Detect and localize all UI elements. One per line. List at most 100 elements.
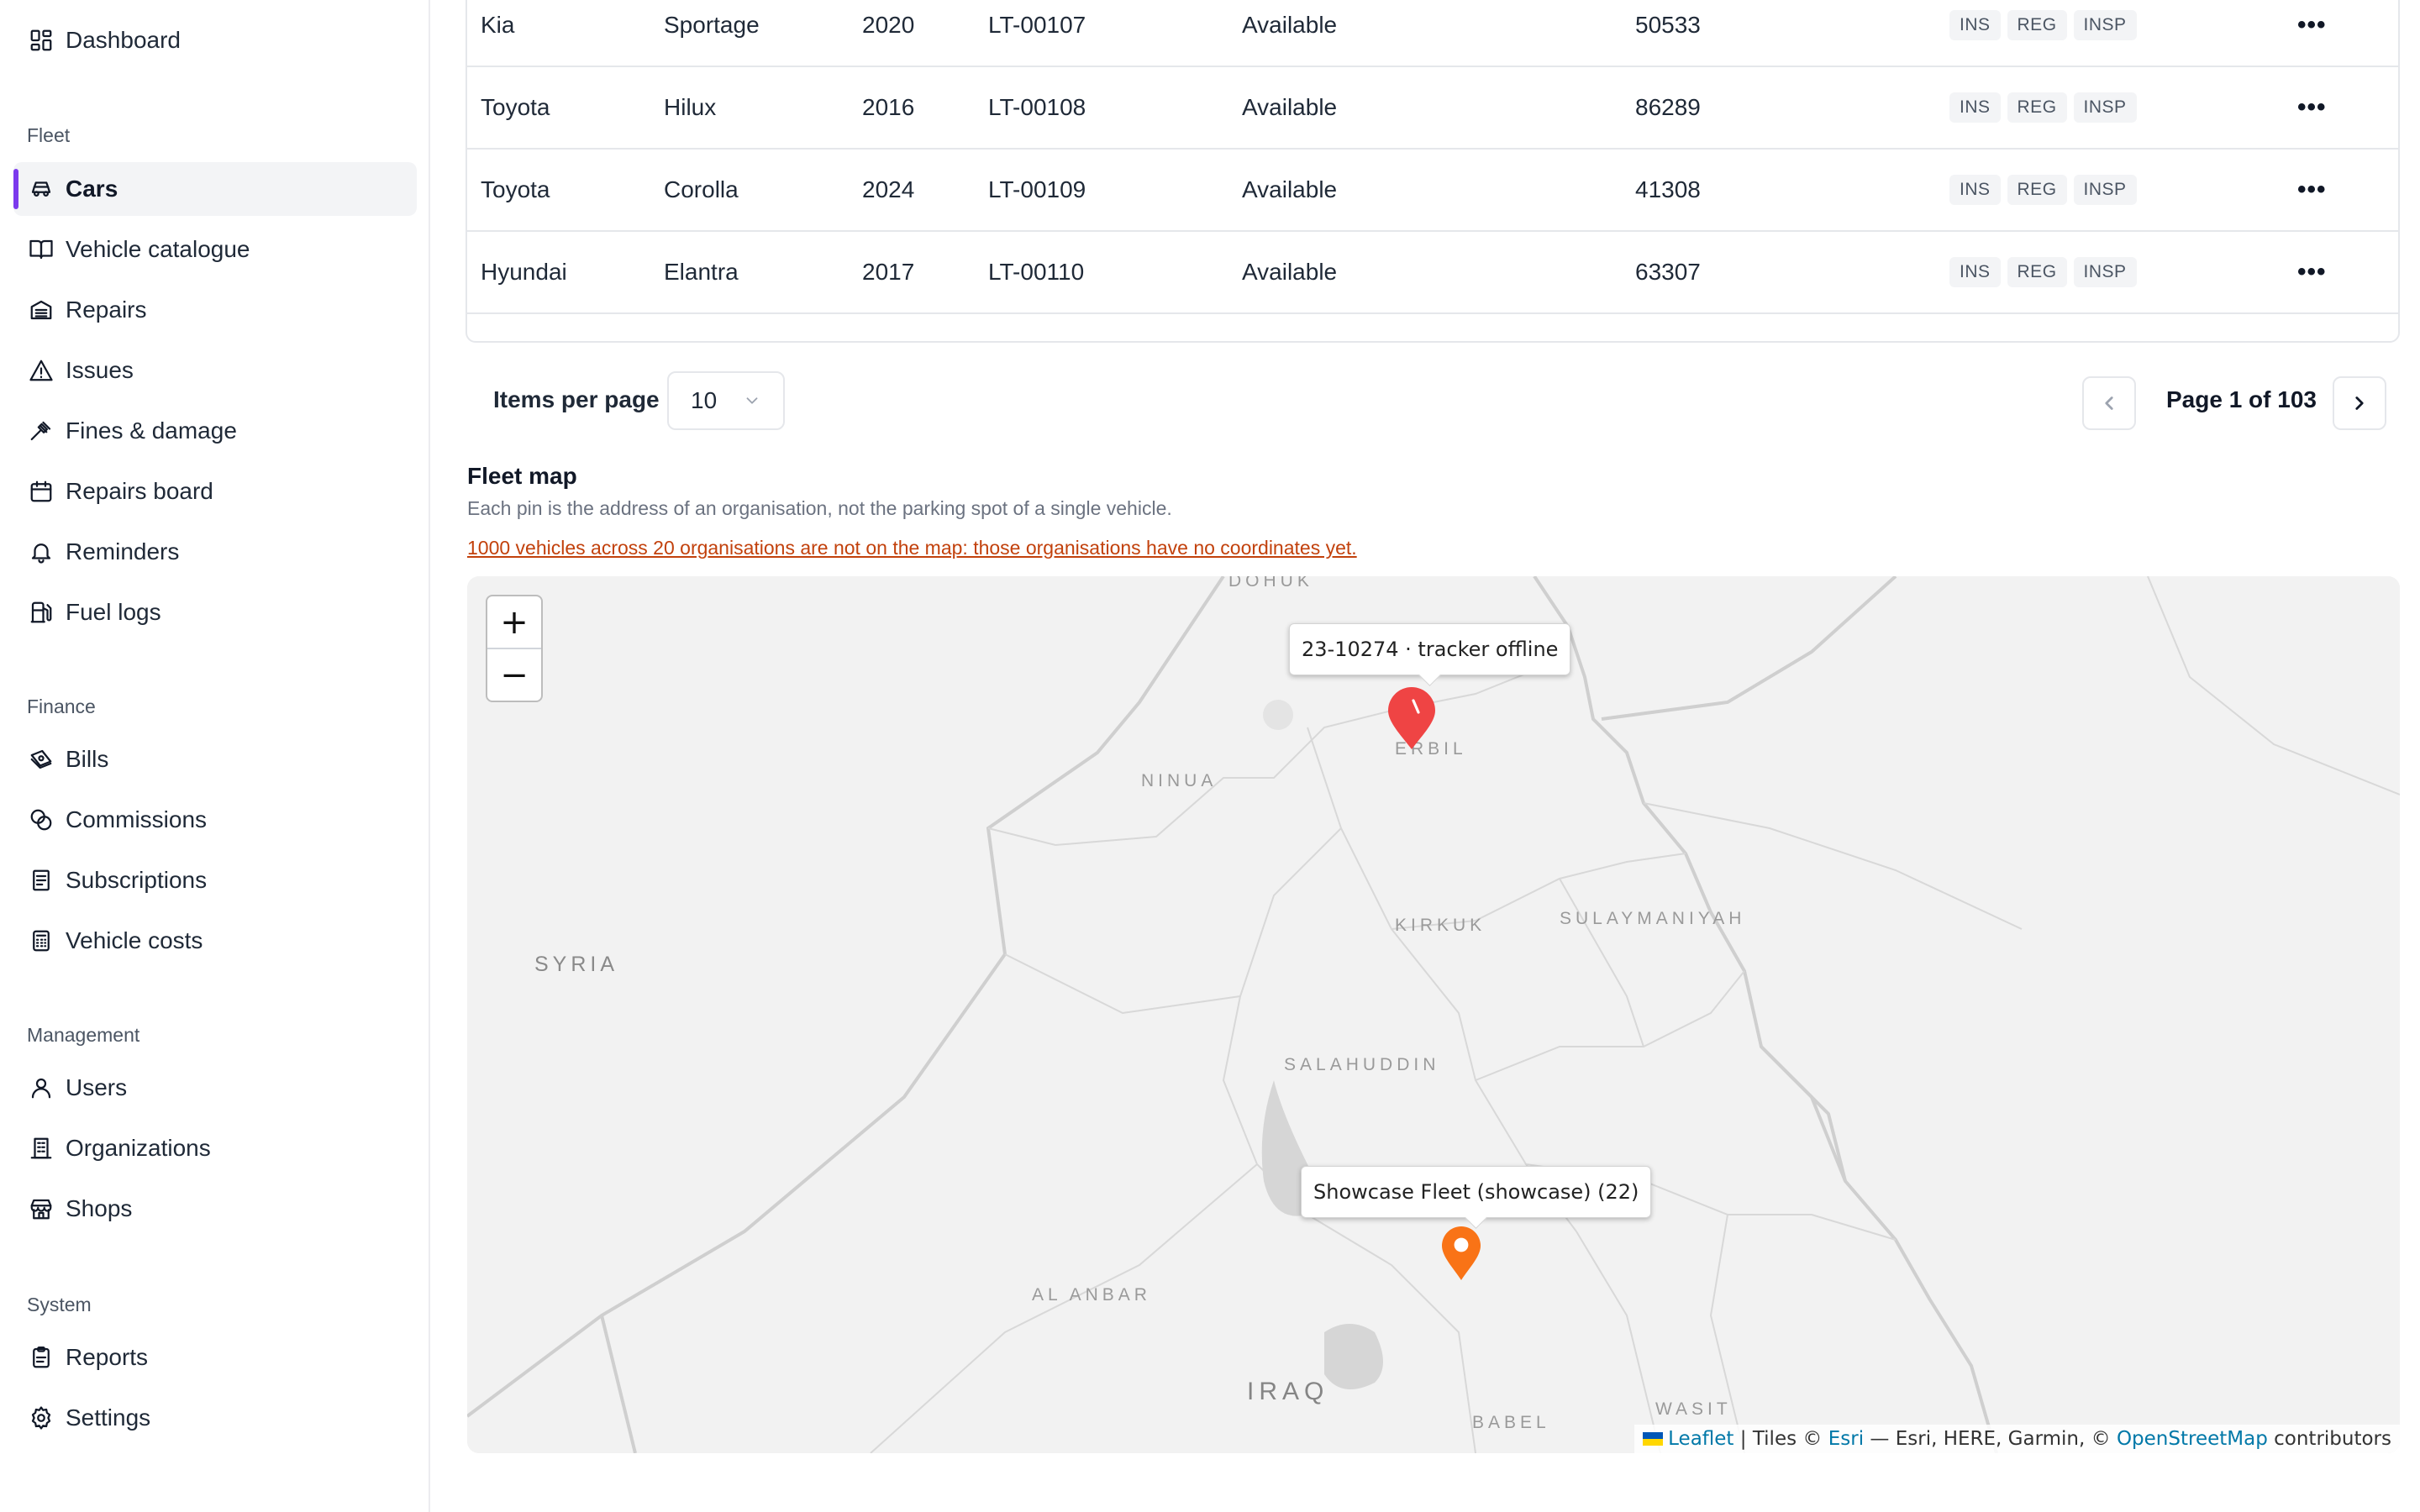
garage-icon — [27, 296, 55, 324]
items-per-page-select[interactable]: 10 — [667, 371, 785, 430]
sidebar-item-users[interactable]: Users — [13, 1061, 417, 1115]
sidebar-item-issues[interactable]: Issues — [13, 344, 417, 397]
more-horizontal-icon[interactable]: ••• — [2297, 0, 2327, 66]
fleet-map[interactable]: DOHUK NINUA ERBIL KIRKUK SULAYMANIYAH SY… — [467, 576, 2400, 1453]
map-label-al-anbar: AL ANBAR — [1032, 1285, 1151, 1305]
zoom-out-button[interactable]: − — [487, 648, 541, 701]
cell-plate: LT-00107 — [988, 12, 1086, 38]
map-marker-icon[interactable] — [1440, 1225, 1482, 1282]
coins-icon — [27, 806, 55, 834]
marker-tooltip: Showcase Fleet (showcase) (22) — [1301, 1166, 1652, 1218]
cell-year: 2024 — [862, 176, 915, 202]
document-badge: INS — [1949, 10, 2001, 40]
gavel-icon — [27, 417, 55, 445]
user-icon — [27, 1074, 55, 1102]
chevron-down-icon — [746, 397, 758, 404]
fleet-map-subtitle: Each pin is the address of an organisati… — [467, 497, 1172, 519]
sidebar-item-vehicle-costs[interactable]: Vehicle costs — [13, 914, 417, 968]
sidebar-item-settings[interactable]: Settings — [13, 1391, 417, 1445]
map-label-iraq: IRAQ — [1247, 1378, 1329, 1405]
map-attribution: Leaflet | Tiles © Esri — Esri, HERE, Gar… — [1634, 1425, 2400, 1453]
map-marker-icon[interactable] — [1385, 685, 1439, 751]
cell-mileage: 50533 — [1635, 12, 1701, 38]
cell-year: 2017 — [862, 259, 915, 285]
map-label-salahuddin: SALAHUDDIN — [1284, 1055, 1440, 1074]
sidebar-item-label: Vehicle catalogue — [66, 236, 250, 262]
sidebar-item-label: Fuel logs — [66, 599, 161, 625]
sidebar-item-label: Bills — [66, 746, 109, 772]
sidebar-item-organizations[interactable]: Organizations — [13, 1121, 417, 1175]
calendar-icon — [27, 477, 55, 506]
sidebar-item-repairs-board[interactable]: Repairs board — [13, 465, 417, 518]
store-icon — [27, 1194, 55, 1223]
sidebar-item-label: Shops — [66, 1195, 133, 1221]
leaflet-link[interactable]: Leaflet — [1668, 1428, 1733, 1450]
sidebar-item-subscriptions[interactable]: Subscriptions — [13, 853, 417, 907]
sidebar-item-label: Users — [66, 1074, 128, 1100]
map-label-wasit: WASIT — [1655, 1399, 1732, 1419]
ukraine-flag-icon — [1643, 1432, 1664, 1446]
sidebar: Dashboard Fleet Cars Vehicle catalogue R… — [0, 0, 430, 1512]
document-badge: INS — [1949, 92, 2001, 123]
map-label-dohuk: DOHUK — [1228, 576, 1313, 591]
esri-link[interactable]: Esri — [1828, 1428, 1864, 1450]
cell-documents: INS REG INSP — [1949, 67, 2144, 148]
cell-model: Corolla — [664, 176, 739, 202]
table-row[interactable]: Kia Sportage 2020 LT-00107 Available 505… — [467, 0, 2398, 67]
document-badge: INSP — [2073, 10, 2137, 40]
sidebar-item-cars[interactable]: Cars — [13, 162, 417, 216]
table-row[interactable]: Hyundai Elantra 2017 LT-00110 Available … — [467, 232, 2398, 314]
banknote-icon — [27, 745, 55, 774]
cell-mileage: 86289 — [1635, 94, 1701, 120]
sidebar-item-label: Reminders — [66, 538, 180, 564]
warning-triangle-icon — [27, 356, 55, 385]
table-row[interactable]: Toyota Hilux 2016 LT-00108 Available 862… — [467, 67, 2398, 150]
sidebar-item-label: Settings — [66, 1404, 151, 1431]
more-horizontal-icon[interactable]: ••• — [2297, 150, 2327, 230]
calculator-icon — [27, 927, 55, 955]
cell-plate: LT-00109 — [988, 176, 1086, 202]
cell-plate: LT-00108 — [988, 94, 1086, 120]
sidebar-item-label: Vehicle costs — [66, 927, 203, 953]
clipboard-icon — [27, 1343, 55, 1372]
sidebar-item-label: Dashboard — [66, 27, 181, 53]
sidebar-item-label: Subscriptions — [66, 867, 208, 893]
chevron-left-icon — [2105, 396, 2113, 410]
fleet-map-warning-link[interactable]: 1000 vehicles across 20 organisations ar… — [467, 537, 1357, 559]
sidebar-item-fines-damage[interactable]: Fines & damage — [13, 404, 417, 458]
cell-make: Toyota — [481, 176, 550, 202]
sidebar-item-shops[interactable]: Shops — [13, 1182, 417, 1236]
cell-documents: INS REG INSP — [1949, 150, 2144, 230]
next-page-button[interactable] — [2333, 376, 2386, 430]
section-title-management: Management — [27, 1024, 140, 1046]
cell-plate: LT-00110 — [988, 259, 1085, 285]
sidebar-item-reports[interactable]: Reports — [13, 1331, 417, 1384]
cell-make: Hyundai — [481, 259, 567, 285]
page-indicator: Page 1 of 103 — [2166, 386, 2317, 412]
sidebar-item-reminders[interactable]: Reminders — [13, 525, 417, 579]
zoom-in-button[interactable]: + — [487, 596, 541, 648]
section-title-fleet: Fleet — [27, 124, 71, 146]
map-label-babel: BABEL — [1472, 1413, 1550, 1432]
openstreetmap-link[interactable]: OpenStreetMap — [2117, 1428, 2268, 1450]
sidebar-item-bills[interactable]: Bills — [13, 732, 417, 786]
sidebar-item-fuel-logs[interactable]: Fuel logs — [13, 585, 417, 639]
cell-model: Elantra — [664, 259, 739, 285]
cars-table: Kia Sportage 2020 LT-00107 Available 505… — [466, 0, 2400, 343]
sidebar-item-commissions[interactable]: Commissions — [13, 793, 417, 847]
sidebar-item-label: Repairs board — [66, 478, 213, 504]
more-horizontal-icon[interactable]: ••• — [2297, 67, 2327, 148]
sidebar-item-dashboard[interactable]: Dashboard — [13, 13, 417, 67]
map-label-ninua: NINUA — [1141, 771, 1218, 790]
sidebar-item-vehicle-catalogue[interactable]: Vehicle catalogue — [13, 223, 417, 276]
cell-make: Toyota — [481, 94, 550, 120]
dashboard-icon — [27, 26, 55, 55]
more-horizontal-icon[interactable]: ••• — [2297, 232, 2327, 312]
document-badge: REG — [2007, 175, 2067, 205]
table-row[interactable]: Toyota Corolla 2024 LT-00109 Available 4… — [467, 150, 2398, 232]
map-label-kirkuk: KIRKUK — [1395, 916, 1486, 935]
previous-page-button[interactable] — [2082, 376, 2136, 430]
sidebar-item-repairs[interactable]: Repairs — [13, 283, 417, 337]
car-icon — [27, 175, 55, 203]
sidebar-item-label: Commissions — [66, 806, 208, 832]
